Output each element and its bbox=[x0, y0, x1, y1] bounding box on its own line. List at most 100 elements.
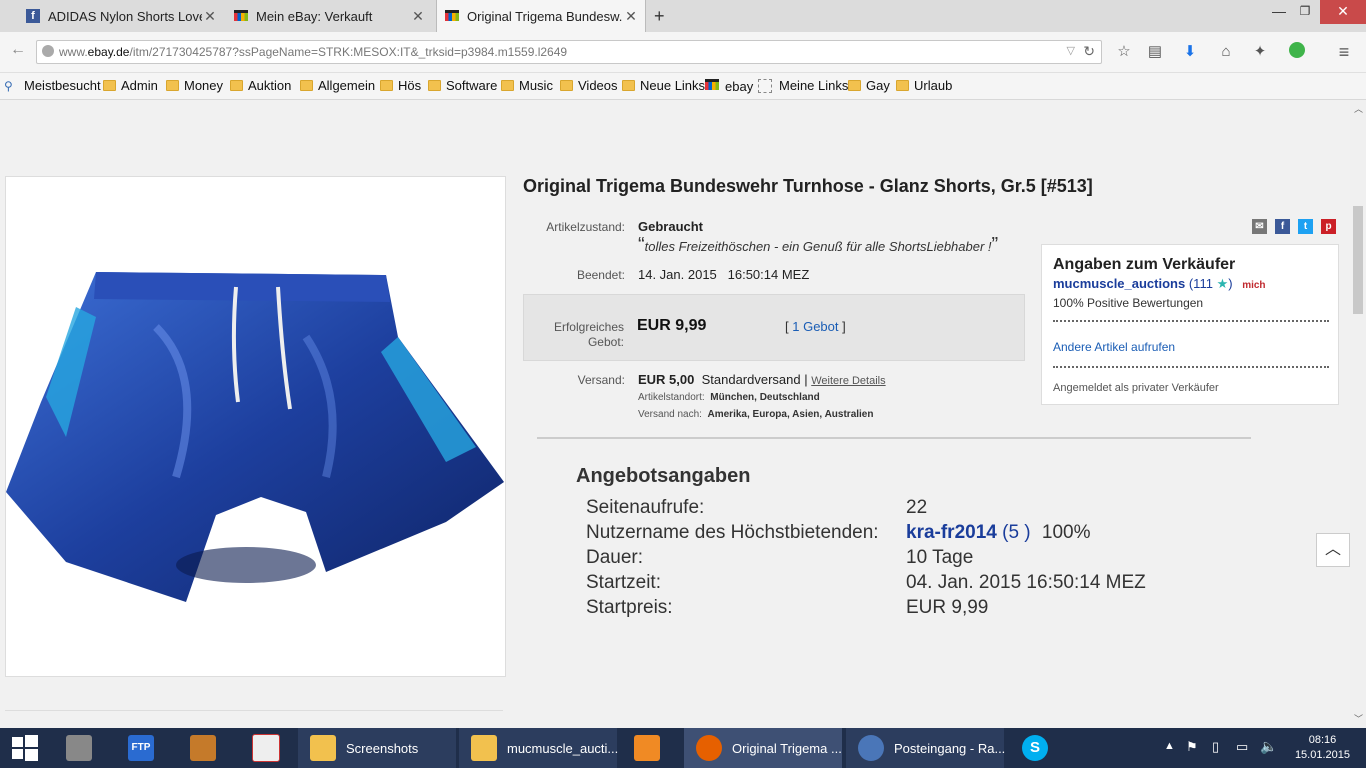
scroll-thumb[interactable] bbox=[1353, 206, 1363, 314]
restore-button[interactable]: ❐ bbox=[1288, 0, 1322, 24]
private-seller-note: Angemeldet als privater Verkäufer bbox=[1053, 382, 1219, 394]
bookmark-music[interactable]: Music bbox=[501, 78, 553, 93]
shipping-price: EUR 5,00 bbox=[638, 372, 695, 387]
twitter-share-icon[interactable]: t bbox=[1298, 219, 1313, 234]
bookmark-meine-links[interactable]: Meine Links bbox=[758, 78, 848, 93]
most-visited-icon: ⚲ bbox=[4, 78, 13, 93]
taskbar-mucmuscle[interactable]: mucmuscle_aucti... bbox=[459, 728, 618, 768]
shipping-label: Versand: bbox=[577, 373, 625, 387]
folder-icon bbox=[103, 80, 116, 91]
menu-icon[interactable]: ≡ bbox=[1334, 42, 1354, 62]
ebay-icon bbox=[705, 78, 719, 95]
volume-icon[interactable]: 🔈 bbox=[1260, 738, 1277, 755]
ebay-icon bbox=[234, 9, 248, 23]
bookmark-urlaub[interactable]: Urlaub bbox=[896, 78, 952, 93]
star-icon: ★ bbox=[1216, 276, 1229, 291]
notes-app-button[interactable] bbox=[240, 728, 294, 768]
clock[interactable]: 08:16 15.01.2015 bbox=[1295, 733, 1350, 763]
folder-icon bbox=[560, 80, 573, 91]
addon-icon[interactable]: ✦ bbox=[1250, 42, 1270, 62]
top-bidder-link[interactable]: kra-fr2014 bbox=[906, 522, 997, 543]
scroll-up-icon[interactable]: ︿ bbox=[1354, 102, 1363, 115]
bookmark-ebay[interactable]: ebay bbox=[705, 78, 753, 95]
bookmark-hoes[interactable]: Hös bbox=[380, 78, 421, 93]
back-arrow-icon[interactable]: ← bbox=[10, 41, 26, 59]
divider bbox=[5, 710, 503, 711]
globe-icon bbox=[42, 45, 54, 57]
extension-icon[interactable] bbox=[1287, 42, 1307, 62]
other-items-link[interactable]: Andere Artikel aufrufen bbox=[1053, 340, 1175, 354]
bookmark-meistbesucht[interactable]: ⚲ Meistbesucht bbox=[4, 78, 101, 93]
seller-score[interactable]: (111 bbox=[1189, 276, 1213, 291]
scroll-down-icon[interactable]: ﹀ bbox=[1354, 712, 1363, 725]
offer-value-top-bidder: kra-fr2014 (5 ) 100% bbox=[906, 522, 1091, 544]
back-to-top-button[interactable]: ︿ bbox=[1316, 533, 1350, 567]
close-icon[interactable]: ✕ bbox=[202, 8, 218, 25]
seller-name-link[interactable]: mucmuscle_auctions bbox=[1053, 276, 1185, 291]
new-tab-button[interactable]: + bbox=[654, 6, 665, 27]
folder-icon bbox=[230, 80, 243, 91]
taskbar: FTP Screenshots mucmuscle_aucti... Origi… bbox=[0, 728, 1366, 768]
reader-list-icon[interactable]: ▤ bbox=[1145, 42, 1165, 62]
url-text: www.ebay.de/itm/271730425787?ssPageName=… bbox=[59, 45, 568, 59]
offer-label-views: Seitenaufrufe: bbox=[586, 497, 705, 518]
bookmark-money[interactable]: Money bbox=[166, 78, 223, 93]
seller-positive: 100% Positive Bewertungen bbox=[1053, 296, 1204, 310]
folder-icon bbox=[300, 80, 313, 91]
close-icon[interactable]: ✕ bbox=[410, 8, 426, 25]
ended-value: 14. Jan. 2015 16:50:14 MEZ bbox=[638, 267, 810, 282]
media-player-icon bbox=[634, 735, 660, 761]
camera-app-button[interactable] bbox=[54, 728, 108, 768]
taskbar-screenshots[interactable]: Screenshots bbox=[298, 728, 456, 768]
bookmark-gay[interactable]: Gay bbox=[848, 78, 890, 93]
shipping-details-link[interactable]: Weitere Details bbox=[811, 375, 885, 387]
bookmark-neue-links[interactable]: Neue Links bbox=[622, 78, 705, 93]
bookmark-allgemein[interactable]: Allgemein bbox=[300, 78, 375, 93]
product-image[interactable] bbox=[5, 176, 506, 677]
tab-facebook[interactable]: f ADIDAS Nylon Shorts Lovers ✕ bbox=[18, 0, 224, 32]
ftp-app-button[interactable]: FTP bbox=[116, 728, 170, 768]
bookmark-admin[interactable]: Admin bbox=[103, 78, 158, 93]
me-badge: mich bbox=[1242, 280, 1266, 291]
network-icon[interactable]: ▭ bbox=[1236, 739, 1248, 755]
tray-expand-icon[interactable]: ▲ bbox=[1164, 740, 1175, 752]
bookmark-software[interactable]: Software bbox=[428, 78, 497, 93]
folder-icon bbox=[166, 80, 179, 91]
folder-icon bbox=[471, 735, 497, 761]
taskbar-thunderbird[interactable]: Posteingang - Ra... bbox=[846, 728, 1005, 768]
bookmark-videos[interactable]: Videos bbox=[560, 78, 618, 93]
reload-icon[interactable]: ↻ bbox=[1083, 43, 1095, 60]
dropdown-arrow-icon[interactable]: ▽ bbox=[1067, 44, 1075, 57]
offer-value-start-price: EUR 9,99 bbox=[906, 597, 989, 618]
device-icon[interactable]: ▯ bbox=[1212, 739, 1219, 755]
bid-count-link[interactable]: [ 1 Gebot ] bbox=[785, 319, 846, 334]
divider bbox=[1053, 366, 1329, 368]
flag-icon[interactable]: ⚑ bbox=[1186, 739, 1198, 755]
offer-label-top-bidder: Nutzername des Höchstbietenden: bbox=[586, 522, 879, 543]
shorts-image bbox=[6, 272, 504, 602]
media-app-button[interactable] bbox=[622, 728, 676, 768]
editor-app-button[interactable] bbox=[178, 728, 232, 768]
home-icon[interactable]: ⌂ bbox=[1216, 42, 1236, 62]
close-window-button[interactable]: ✕ bbox=[1320, 0, 1366, 24]
skype-app-button[interactable]: S bbox=[1010, 728, 1064, 768]
tab-ebay-sold[interactable]: Mein eBay: Verkauft ✕ bbox=[226, 0, 432, 32]
scrollbar[interactable]: ︿ ﹀ bbox=[1350, 100, 1366, 728]
bookmark-star-icon[interactable]: ☆ bbox=[1114, 42, 1134, 62]
bookmark-auktion[interactable]: Auktion bbox=[230, 78, 291, 93]
top-bidder-score[interactable]: (5 ) bbox=[1002, 522, 1031, 543]
facebook-share-icon[interactable]: f bbox=[1275, 219, 1290, 234]
section-divider bbox=[537, 437, 1251, 439]
ended-label: Beendet: bbox=[576, 268, 625, 282]
url-bar[interactable]: www.ebay.de/itm/271730425787?ssPageName=… bbox=[36, 40, 1102, 64]
email-share-icon[interactable]: ✉ bbox=[1252, 219, 1267, 234]
download-icon[interactable]: ⬇ bbox=[1180, 42, 1200, 62]
taskbar-firefox[interactable]: Original Trigema ... bbox=[684, 728, 842, 768]
facebook-icon: f bbox=[26, 9, 40, 23]
shipping-line: EUR 5,00 Standardversand | Weitere Detai… bbox=[638, 372, 886, 387]
start-button[interactable] bbox=[0, 728, 50, 768]
pinterest-share-icon[interactable]: p bbox=[1321, 219, 1336, 234]
tab-item-page[interactable]: Original Trigema Bundesw... ✕ bbox=[436, 0, 646, 32]
ebay-icon bbox=[445, 9, 459, 23]
close-icon[interactable]: ✕ bbox=[623, 8, 639, 25]
